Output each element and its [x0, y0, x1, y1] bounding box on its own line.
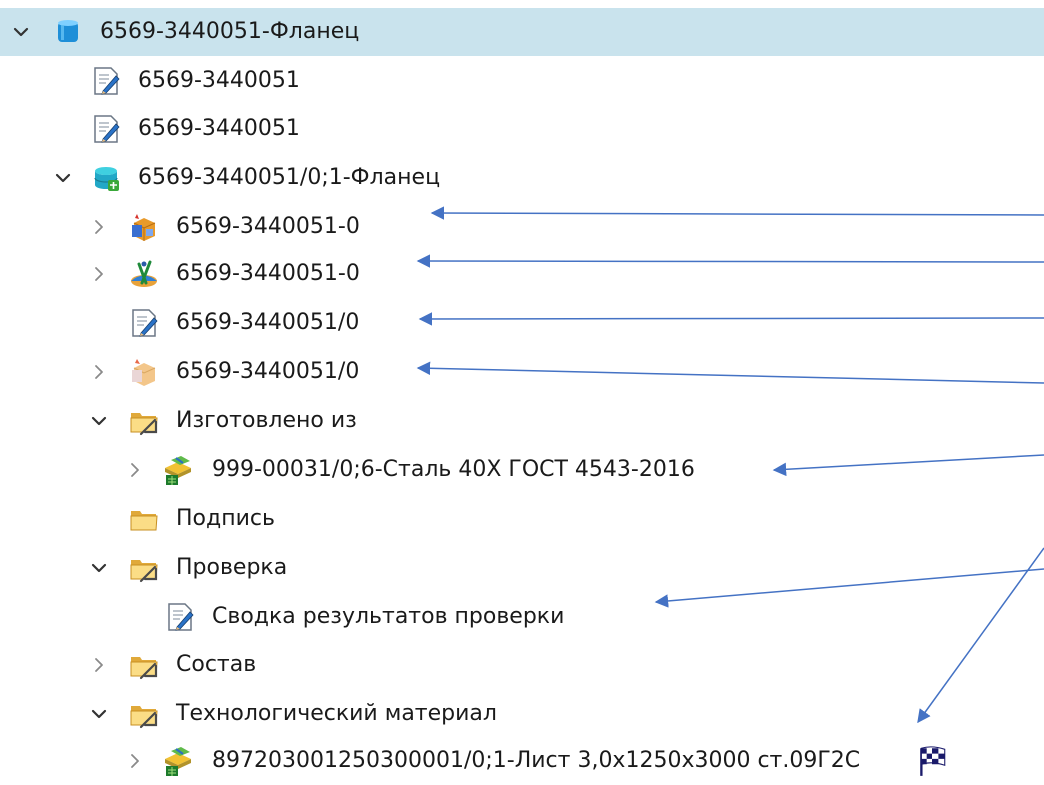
tree-row-doc[interactable]: 6569-3440051	[0, 57, 1044, 105]
chevron-down-icon[interactable]	[10, 21, 32, 43]
chevron-right-icon[interactable]	[88, 216, 110, 238]
checkered-flag-icon	[914, 743, 950, 779]
tree-row-label: 6569-3440051-Фланец	[100, 19, 360, 44]
tree-row-label: 6569-3440051/0;1-Фланец	[138, 165, 441, 190]
chevron-down-icon[interactable]	[52, 167, 74, 189]
document-edit-icon	[88, 111, 124, 147]
tree-row-item[interactable]: 6569-3440051/0	[0, 299, 1044, 347]
tree-row-folder-signature[interactable]: Подпись	[0, 495, 1044, 543]
document-edit-icon	[162, 599, 198, 635]
chevron-down-icon[interactable]	[88, 410, 110, 432]
folder-link-icon	[126, 403, 162, 439]
tree-row-item[interactable]: 6569-3440051-0	[0, 203, 1044, 251]
tree-row-folder-made-from[interactable]: Изготовлено из	[0, 397, 1044, 445]
document-edit-icon	[88, 63, 124, 99]
folder-link-icon	[126, 647, 162, 683]
tree-row-label: Подпись	[176, 506, 275, 531]
chevron-down-icon[interactable]	[88, 703, 110, 725]
tree-row-root[interactable]: 6569-3440051-Фланец	[0, 8, 1044, 56]
revision-db-icon	[88, 160, 124, 196]
tree-row-label: 6569-3440051-0	[176, 261, 360, 286]
tree-row-label: Проверка	[176, 555, 288, 580]
folder-link-icon	[126, 696, 162, 732]
tree-row-sheet[interactable]: 897203001250300001/0;1-Лист 3,0x1250x300…	[0, 737, 1044, 785]
tree-row-item[interactable]: 6569-3440051/0	[0, 348, 1044, 396]
tree-row-label: 6569-3440051/0	[176, 359, 360, 384]
chevron-right-icon[interactable]	[124, 459, 146, 481]
chevron-right-icon[interactable]	[88, 654, 110, 676]
tree-row-label: 6569-3440051-0	[176, 214, 360, 239]
tree-row-folder-composition[interactable]: Состав	[0, 641, 1044, 689]
tree-row-doc[interactable]: 6569-3440051	[0, 105, 1044, 153]
tree-row-folder-tech-material[interactable]: Технологический материал	[0, 690, 1044, 738]
tree-row-label: 6569-3440051/0	[176, 310, 360, 335]
chevron-right-icon[interactable]	[88, 361, 110, 383]
document-edit-icon	[126, 305, 162, 341]
tree-row-label: 999-00031/0;6-Сталь 40Х ГОСТ 4543-2016	[212, 457, 695, 482]
tree-row-label: Изготовлено из	[176, 408, 357, 433]
tree-row-label: Технологический материал	[176, 701, 497, 726]
model-box-icon	[126, 209, 162, 245]
tree-row-check-summary[interactable]: Сводка результатов проверки	[0, 593, 1044, 641]
tree-row-label: 897203001250300001/0;1-Лист 3,0x1250x300…	[212, 748, 861, 773]
folder-link-icon	[126, 550, 162, 586]
folder-icon	[126, 501, 162, 537]
material-icon	[160, 743, 196, 779]
tree-row-item[interactable]: 6569-3440051-0	[0, 250, 1044, 298]
chevron-right-icon[interactable]	[88, 263, 110, 285]
tree-row-revision[interactable]: 6569-3440051/0;1-Фланец	[0, 154, 1044, 202]
tree-row-label: 6569-3440051	[138, 116, 300, 141]
product-cylinder-icon	[50, 14, 86, 50]
chevron-down-icon[interactable]	[88, 557, 110, 579]
chevron-right-icon[interactable]	[124, 750, 146, 772]
tree-row-label: Состав	[176, 652, 257, 677]
drawing-compass-icon	[126, 256, 162, 292]
model-box-faded-icon	[126, 354, 162, 390]
tree-row-label: Сводка результатов проверки	[212, 604, 565, 629]
material-icon	[160, 452, 196, 488]
tree-row-folder-check[interactable]: Проверка	[0, 544, 1044, 592]
tree-row-material[interactable]: 999-00031/0;6-Сталь 40Х ГОСТ 4543-2016	[0, 446, 1044, 494]
tree-row-label: 6569-3440051	[138, 68, 300, 93]
